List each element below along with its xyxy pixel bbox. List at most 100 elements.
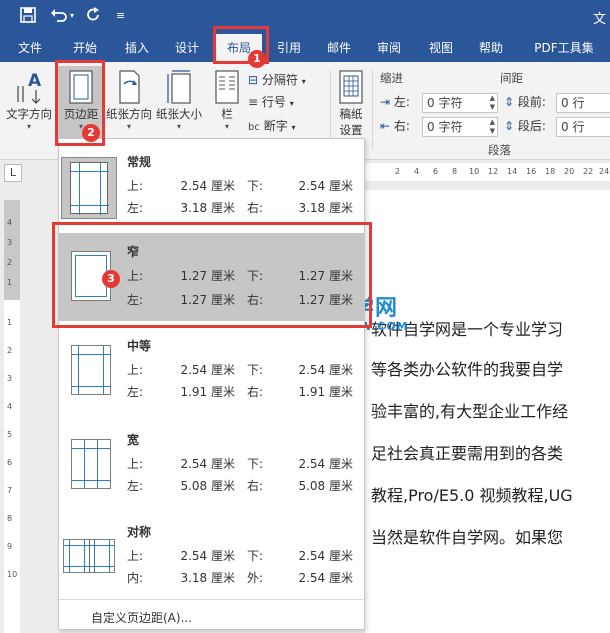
- title-bar: ▾ ≡ 文: [0, 0, 610, 34]
- ruler-tick: 2: [7, 258, 13, 267]
- margin-value: 3.18 厘米: [180, 201, 235, 215]
- orientation-label: 纸张方向: [106, 107, 152, 121]
- indent-left-icon: ⇥: [380, 95, 391, 109]
- hyphenation-button[interactable]: bc 断字 ▾: [248, 116, 296, 136]
- size-button[interactable]: 纸张大小 ▾: [154, 70, 204, 131]
- step-badge-1: 1: [248, 50, 266, 68]
- margin-value: 3.18 厘米: [180, 571, 235, 585]
- ruler-tick: 22: [583, 167, 594, 176]
- tab-pdf-tools[interactable]: PDF工具集: [526, 34, 602, 62]
- ruler-tick: 5: [7, 430, 13, 439]
- indent-right-icon: ⇤: [380, 119, 391, 133]
- ruler-tick: 8: [7, 514, 13, 523]
- spin-arrows-icon[interactable]: ▲ ▼: [490, 118, 495, 136]
- tab-home[interactable]: 开始: [62, 34, 108, 62]
- tab-file[interactable]: 文件: [10, 34, 50, 62]
- document-line[interactable]: 等各类办公软件的我要自学: [371, 356, 563, 380]
- spacing-heading: 间距: [500, 71, 523, 85]
- margin-label: 下:: [247, 363, 264, 377]
- margin-label: 下:: [247, 179, 264, 193]
- margin-value: 2.54 厘米: [180, 549, 235, 563]
- columns-label: 栏: [221, 107, 233, 121]
- draft-paper-icon: [339, 70, 363, 104]
- document-line[interactable]: 验丰富的,有大型企业工作经: [371, 398, 568, 422]
- text-direction-label: 文字方向: [6, 107, 52, 121]
- ruler-tick: 4: [7, 402, 13, 411]
- tab-selector[interactable]: L: [4, 164, 22, 182]
- margin-label: 上:: [127, 179, 144, 193]
- spacing-before-icon: ⇕: [504, 95, 515, 109]
- horizontal-ruler[interactable]: 2 4 6 8 10 12 14 16 18 20 22 24: [365, 163, 610, 181]
- window-title: 文: [592, 12, 606, 27]
- text-direction-icon: A: [17, 71, 42, 104]
- margin-option-name: 宽: [127, 433, 140, 447]
- margin-label: 右:: [247, 479, 264, 493]
- line-numbers-button[interactable]: ≡ 行号 ▾: [248, 92, 294, 112]
- margin-label: 下:: [247, 457, 264, 471]
- spacing-before-field[interactable]: 0 行: [556, 93, 610, 113]
- margin-value: 2.54 厘米: [298, 571, 353, 585]
- columns-button[interactable]: 栏 ▾: [210, 70, 244, 131]
- spacing-after-field[interactable]: 0 行: [556, 117, 610, 137]
- margin-value: 2.54 厘米: [180, 363, 235, 377]
- ruler-tick: 1: [7, 278, 13, 287]
- tab-design[interactable]: 设计: [164, 34, 210, 62]
- tab-help[interactable]: 帮助: [468, 34, 514, 62]
- margin-label: 右:: [247, 385, 264, 399]
- draft-settings-button[interactable]: 稿纸 设置: [334, 70, 368, 138]
- indent-heading: 缩进: [380, 71, 403, 85]
- document-line[interactable]: 当然是软件自学网。如果您: [371, 524, 563, 548]
- chevron-down-icon: ▾: [289, 99, 294, 108]
- orientation-button[interactable]: 纸张方向 ▾: [104, 70, 154, 131]
- tab-review[interactable]: 审阅: [366, 34, 412, 62]
- tab-view[interactable]: 视图: [418, 34, 464, 62]
- document-page[interactable]: 软件自学网是一个专业学习 等各类办公软件的我要自学 验丰富的,有大型企业工作经 …: [365, 190, 610, 633]
- spacing-before-label: ⇕ 段前:: [504, 95, 546, 109]
- tab-references[interactable]: 引用: [266, 34, 312, 62]
- margin-label: 上:: [127, 457, 144, 471]
- ruler-tick: 2: [395, 167, 401, 176]
- breaks-icon: ⊟: [248, 73, 259, 87]
- columns-icon: [215, 70, 239, 104]
- margin-value: 1.91 厘米: [180, 385, 235, 399]
- tab-insert[interactable]: 插入: [114, 34, 160, 62]
- spacing-after-label: ⇕ 段后:: [504, 119, 546, 133]
- breaks-label: 分隔符: [261, 73, 298, 87]
- customize-icon[interactable]: ≡: [116, 7, 125, 25]
- spin-arrows-icon[interactable]: ▲ ▼: [490, 94, 495, 112]
- margin-option-moderate[interactable]: 中等 上: 2.54 厘米 下: 2.54 厘米 左: 1.91 厘米 右: 1…: [59, 327, 364, 415]
- margin-option-mirrored[interactable]: 对称 上: 2.54 厘米 下: 2.54 厘米 内: 3.18 厘米 外: 2…: [59, 513, 364, 601]
- ruler-tick: 4: [414, 167, 420, 176]
- ruler-tick: 14: [507, 167, 518, 176]
- custom-margins-item[interactable]: 自定义页边距(A)...: [91, 609, 192, 626]
- indent-left-field[interactable]: 0 字符 ▲ ▼: [422, 93, 498, 113]
- indent-right-field[interactable]: 0 字符 ▲ ▼: [422, 117, 498, 137]
- undo-icon[interactable]: [50, 7, 68, 27]
- tab-mailings[interactable]: 邮件: [316, 34, 362, 62]
- line-numbers-icon: ≡: [248, 95, 259, 109]
- margin-label: 上:: [127, 363, 144, 377]
- breaks-button[interactable]: ⊟ 分隔符 ▾: [248, 70, 306, 90]
- margin-option-wide[interactable]: 宽 上: 2.54 厘米 下: 2.54 厘米 左: 5.08 厘米 右: 5.…: [59, 421, 364, 509]
- draft-settings-label-2: 设置: [339, 123, 363, 137]
- document-line[interactable]: 教程,Pro/E5.0 视频教程,UG: [371, 482, 573, 506]
- margin-label: 内:: [127, 571, 144, 585]
- save-icon[interactable]: [20, 7, 36, 27]
- hyphenation-label: 断字: [263, 119, 288, 133]
- draft-settings-label-1: 稿纸: [339, 107, 363, 121]
- ruler-tick: 1: [7, 318, 13, 327]
- ruler-tick: 8: [452, 167, 458, 176]
- ruler-tick: 4: [7, 218, 13, 227]
- page-size-icon: [167, 70, 191, 104]
- undo-dropdown-icon[interactable]: ▾: [70, 7, 74, 25]
- ruler-tick: 24: [599, 167, 610, 176]
- redo-icon[interactable]: [86, 7, 102, 27]
- chevron-down-icon: ▾: [26, 122, 31, 131]
- text-direction-button[interactable]: A 文字方向 ▾: [4, 70, 54, 131]
- document-line[interactable]: 足社会真正要需用到的各类: [371, 440, 563, 464]
- vertical-ruler[interactable]: 4 3 2 1 1 2 3 4 5 6 7 8 9 10: [4, 200, 20, 633]
- margin-label: 外:: [247, 571, 264, 585]
- ruler-tick: 7: [7, 486, 13, 495]
- margin-option-normal[interactable]: 常规 上: 2.54 厘米 下: 2.54 厘米 左: 3.18 厘米 右: 3…: [59, 143, 364, 231]
- chevron-down-icon: ▾: [301, 77, 306, 86]
